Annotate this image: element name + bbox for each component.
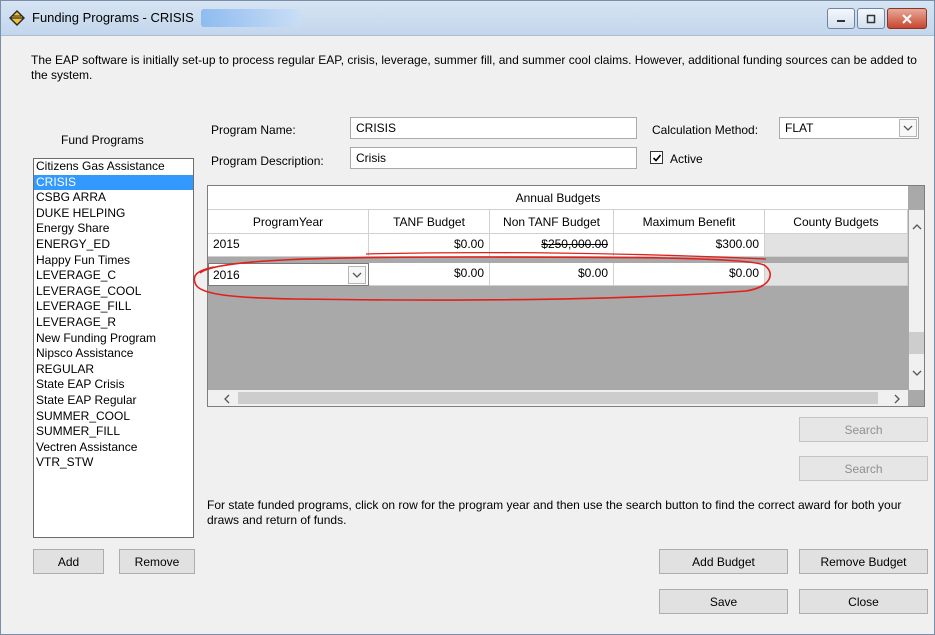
- list-item[interactable]: REGULAR: [34, 362, 193, 378]
- calculation-method-dropdown-button[interactable]: [899, 119, 917, 137]
- chevron-down-icon: [903, 125, 913, 131]
- list-item[interactable]: DUKE HELPING: [34, 206, 193, 222]
- horizontal-scroll-thumb[interactable]: [238, 392, 878, 404]
- list-item[interactable]: Vectren Assistance: [34, 440, 193, 456]
- vertical-scroll-thumb[interactable]: [909, 332, 924, 354]
- list-item[interactable]: CRISIS: [34, 174, 193, 191]
- list-item[interactable]: SUMMER_FILL: [34, 424, 193, 440]
- state-funded-instructions: For state funded programs, click on row …: [207, 498, 902, 527]
- funding-programs-window: Funding Programs - CRISIS The EAP softwa…: [0, 0, 935, 635]
- calculation-method-value: FLAT: [785, 121, 814, 135]
- fund-programs-list[interactable]: Citizens Gas Assistance CRISIS CSBG ARRA DU…: [33, 158, 194, 538]
- table-cell-county-budgets[interactable]: [765, 263, 908, 286]
- chevron-down-icon[interactable]: [912, 370, 922, 376]
- list-item[interactable]: SUMMER_COOL: [34, 409, 193, 425]
- list-item[interactable]: LEVERAGE_R: [34, 315, 193, 331]
- grid-vertical-scrollbar[interactable]: [909, 210, 924, 390]
- search-button[interactable]: Search: [799, 417, 928, 442]
- program-description-label: Program Description:: [211, 154, 324, 168]
- redacted-title-area: [201, 9, 301, 27]
- maximize-button[interactable]: [857, 8, 885, 29]
- close-window-button[interactable]: [887, 8, 927, 29]
- list-item[interactable]: LEVERAGE_C: [34, 268, 193, 284]
- list-item[interactable]: ENERGY_ED: [34, 237, 193, 253]
- list-item[interactable]: LEVERAGE_COOL: [34, 284, 193, 300]
- save-button[interactable]: Save: [659, 589, 788, 614]
- winged-diamond-icon: [9, 10, 25, 26]
- column-header-tanf-budget[interactable]: TANF Budget: [369, 210, 490, 234]
- column-header-program-year[interactable]: ProgramYear: [208, 210, 369, 234]
- chevron-right-icon[interactable]: [894, 394, 900, 404]
- checkmark-icon: [652, 153, 661, 162]
- add-budget-button[interactable]: Add Budget: [659, 549, 788, 574]
- minimize-icon: [837, 19, 845, 22]
- intro-description: The EAP software is initially set-up to …: [31, 53, 917, 82]
- program-name-label: Program Name:: [211, 123, 296, 137]
- chevron-up-icon[interactable]: [912, 224, 922, 230]
- list-item[interactable]: New Funding Program: [34, 331, 193, 347]
- window-title: Funding Programs - CRISIS: [32, 10, 194, 25]
- column-header-non-tanf-budget[interactable]: Non TANF Budget: [490, 210, 614, 234]
- annual-budgets-title: Annual Budgets: [208, 186, 908, 210]
- list-item[interactable]: State EAP Crisis: [34, 377, 193, 393]
- calculation-method-label: Calculation Method:: [652, 123, 759, 137]
- list-item[interactable]: Nipsco Assistance: [34, 346, 193, 362]
- active-checkbox[interactable]: [650, 151, 663, 164]
- fund-programs-label: Fund Programs: [61, 133, 144, 147]
- red-annotation-ellipse: [193, 251, 771, 301]
- calculation-method-select[interactable]: FLAT: [779, 117, 919, 139]
- grid-horizontal-scrollbar[interactable]: [208, 390, 908, 406]
- search-button-2[interactable]: Search: [799, 456, 928, 481]
- table-cell-county-budgets[interactable]: [765, 234, 908, 257]
- list-item[interactable]: Citizens Gas Assistance: [34, 159, 193, 175]
- list-item[interactable]: State EAP Regular: [34, 393, 193, 409]
- program-description-input[interactable]: Crisis: [350, 147, 637, 169]
- remove-program-button[interactable]: Remove: [119, 549, 195, 574]
- maximize-icon: [866, 14, 876, 23]
- program-name-input[interactable]: CRISIS: [350, 117, 637, 139]
- add-program-button[interactable]: Add: [33, 549, 104, 574]
- remove-budget-button[interactable]: Remove Budget: [799, 549, 928, 574]
- close-icon: [902, 13, 912, 24]
- list-item[interactable]: Happy Fun Times: [34, 253, 193, 269]
- column-header-maximum-benefit[interactable]: Maximum Benefit: [614, 210, 765, 234]
- minimize-button[interactable]: [827, 8, 855, 29]
- chevron-left-icon[interactable]: [224, 394, 230, 404]
- list-item[interactable]: Energy Share: [34, 221, 193, 237]
- list-item[interactable]: VTR_STW: [34, 455, 193, 471]
- list-item[interactable]: CSBG ARRA: [34, 190, 193, 206]
- column-header-county-budgets[interactable]: County Budgets: [765, 210, 908, 234]
- title-bar[interactable]: Funding Programs - CRISIS: [1, 1, 934, 36]
- list-item[interactable]: LEVERAGE_FILL: [34, 299, 193, 315]
- active-label: Active: [670, 152, 703, 166]
- close-button[interactable]: Close: [799, 589, 928, 614]
